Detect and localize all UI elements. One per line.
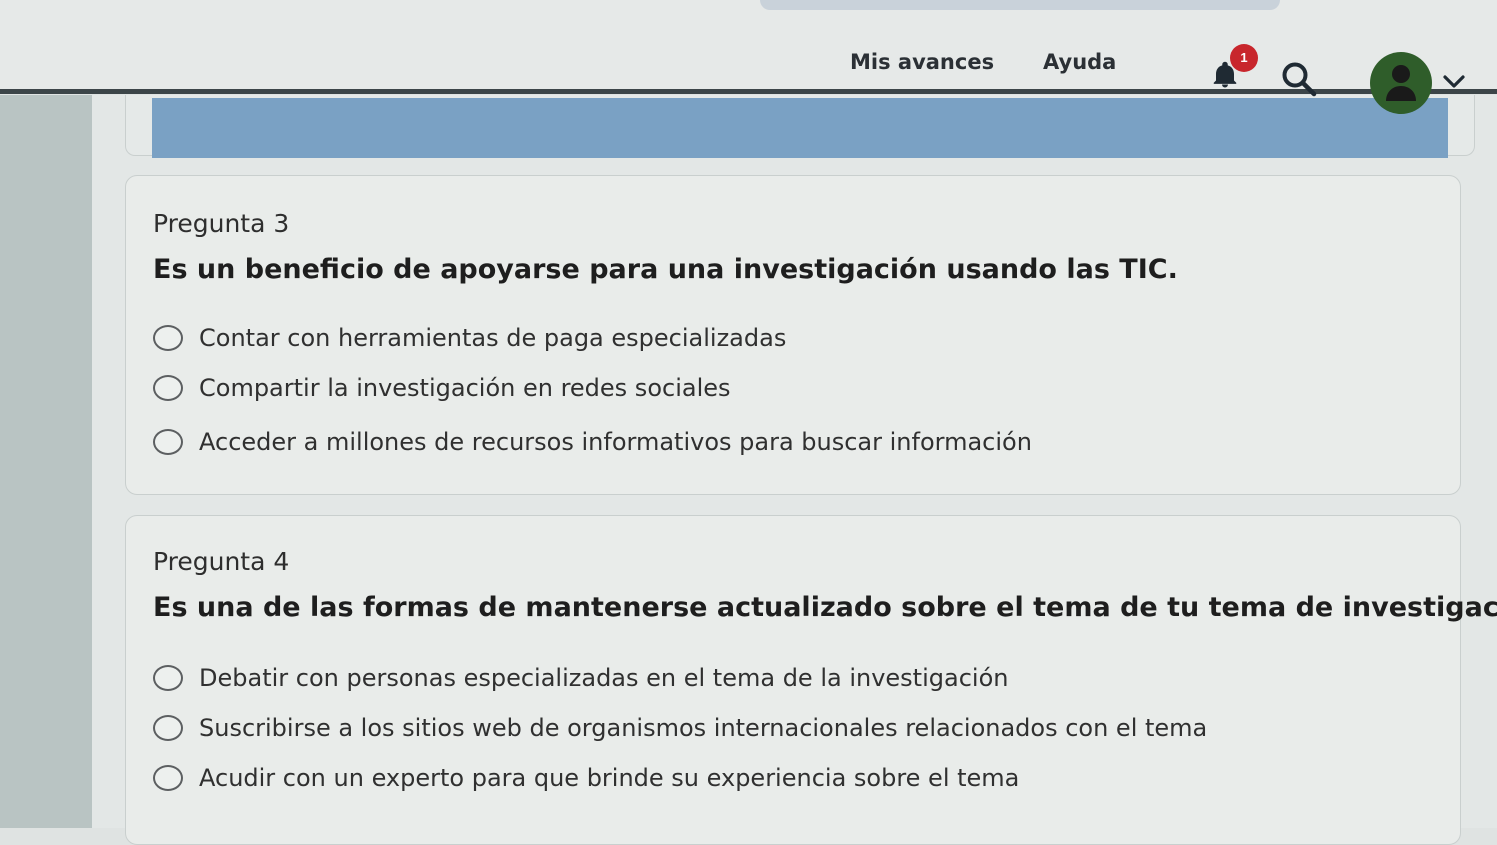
chevron-down-icon	[1443, 75, 1465, 88]
question-number: Pregunta 4	[153, 547, 290, 576]
notifications-button[interactable]: 1	[1208, 44, 1258, 94]
search-icon	[1282, 62, 1317, 97]
progress-header-bar	[152, 98, 1448, 158]
answer-option[interactable]: Acudir con un experto para que brinde su…	[153, 760, 1019, 796]
answer-option[interactable]: Suscribirse a los sitios web de organism…	[153, 710, 1207, 746]
radio-button[interactable]	[153, 715, 183, 741]
question-card-3: Pregunta 3 Es un beneficio de apoyarse p…	[125, 175, 1461, 495]
search-button[interactable]	[1280, 60, 1320, 100]
radio-button[interactable]	[153, 665, 183, 691]
nav-link-ayuda[interactable]: Ayuda	[1043, 50, 1116, 74]
answer-option-label: Debatir con personas especializadas en e…	[199, 664, 1009, 692]
answer-option[interactable]: Compartir la investigación en redes soci…	[153, 370, 731, 406]
answer-option-label: Compartir la investigación en redes soci…	[199, 374, 731, 402]
answer-option[interactable]: Debatir con personas especializadas en e…	[153, 660, 1008, 696]
question-text: Es un beneficio de apoyarse para una inv…	[153, 254, 1178, 285]
answer-option-label: Acceder a millones de recursos informati…	[199, 428, 1032, 456]
user-icon	[1386, 65, 1416, 101]
radio-button[interactable]	[153, 429, 183, 455]
user-avatar-button[interactable]	[1370, 52, 1432, 114]
radio-button[interactable]	[153, 765, 183, 791]
browser-tab-edge	[760, 0, 1280, 10]
question-text: Es una de las formas de mantenerse actua…	[153, 592, 1497, 623]
account-menu-toggle[interactable]	[1442, 72, 1466, 92]
answer-option[interactable]: Contar con herramientas de paga especial…	[153, 320, 786, 356]
top-navigation-bar: Mis avances Ayuda 1	[0, 0, 1497, 114]
answer-option-label: Suscribirse a los sitios web de organism…	[199, 714, 1208, 742]
page-margin-left	[0, 95, 92, 828]
answer-option-label: Acudir con un experto para que brinde su…	[199, 764, 1020, 792]
nav-link-mis-avances[interactable]: Mis avances	[850, 50, 994, 74]
answer-option[interactable]: Acceder a millones de recursos informati…	[153, 424, 1032, 460]
notification-count-badge: 1	[1230, 44, 1258, 72]
question-number: Pregunta 3	[153, 209, 290, 238]
answer-option-label: Contar con herramientas de paga especial…	[199, 324, 787, 352]
question-card-4: Pregunta 4 Es una de las formas de mante…	[125, 515, 1497, 845]
radio-button[interactable]	[153, 325, 183, 351]
radio-button[interactable]	[153, 375, 183, 401]
